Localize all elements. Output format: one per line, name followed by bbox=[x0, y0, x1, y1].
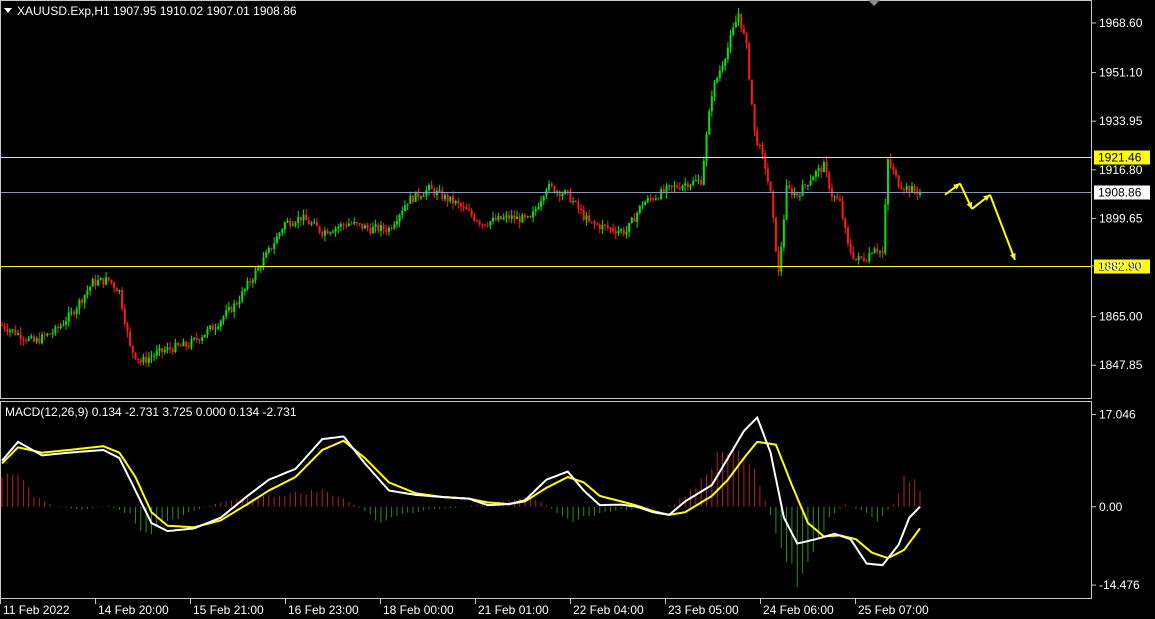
candle bbox=[414, 191, 417, 203]
svg-text:1908.86: 1908.86 bbox=[1098, 186, 1142, 200]
time-axis-tick: 21 Feb 01:00 bbox=[478, 603, 549, 617]
candle bbox=[785, 179, 788, 221]
time-axis-tick: 14 Feb 20:00 bbox=[98, 603, 169, 617]
candle bbox=[782, 214, 785, 252]
candle bbox=[748, 41, 751, 81]
candle bbox=[772, 190, 775, 222]
current-price-tag: 1908.86 bbox=[1094, 185, 1150, 200]
time-axis-tick: 16 Feb 23:00 bbox=[288, 603, 359, 617]
macd-axis-tick: 17.046 bbox=[1099, 408, 1136, 422]
candle bbox=[884, 198, 887, 256]
trading-chart[interactable]: 1921.461882.901908.86 1968.601951.101933… bbox=[0, 0, 1155, 619]
candle bbox=[121, 287, 124, 312]
macd-label: MACD(12,26,9) 0.134 -2.731 3.725 0.000 0… bbox=[5, 405, 297, 419]
time-axis-tick: 11 Feb 2022 bbox=[3, 603, 70, 617]
candle bbox=[702, 156, 705, 186]
time-axis-tick: 22 Feb 04:00 bbox=[573, 603, 644, 617]
candle bbox=[774, 217, 777, 253]
time-axis-tick: 25 Feb 07:00 bbox=[858, 603, 929, 617]
macd-axis-tick: -14.476 bbox=[1099, 578, 1140, 592]
price-axis-tick: 1865.00 bbox=[1099, 310, 1143, 324]
price-axis-tick: 1951.10 bbox=[1099, 66, 1143, 80]
candle bbox=[708, 108, 711, 135]
candle bbox=[886, 157, 889, 211]
candle bbox=[897, 174, 900, 189]
time-axis-tick: 18 Feb 00:00 bbox=[383, 603, 454, 617]
symbol-header: XAUUSD.Exp,H1 1907.95 1910.02 1907.01 19… bbox=[17, 4, 297, 18]
price-axis-tick: 1916.80 bbox=[1099, 163, 1143, 177]
macd-axis-tick: 0.00 bbox=[1099, 500, 1123, 514]
time-axis-tick: 23 Feb 05:00 bbox=[668, 603, 739, 617]
candle bbox=[750, 79, 753, 107]
price-axis-tick: 1968.60 bbox=[1099, 16, 1143, 30]
time-axis-tick: 15 Feb 21:00 bbox=[193, 603, 264, 617]
price-axis-tick: 1899.65 bbox=[1099, 211, 1143, 225]
candle bbox=[203, 334, 206, 338]
price-axis-tick: 1882.90 bbox=[1099, 259, 1143, 273]
time-axis-tick: 24 Feb 06:00 bbox=[763, 603, 834, 617]
candle bbox=[769, 181, 772, 192]
price-axis-tick: 1933.95 bbox=[1099, 114, 1143, 128]
price-axis-tick: 1847.85 bbox=[1099, 358, 1143, 372]
